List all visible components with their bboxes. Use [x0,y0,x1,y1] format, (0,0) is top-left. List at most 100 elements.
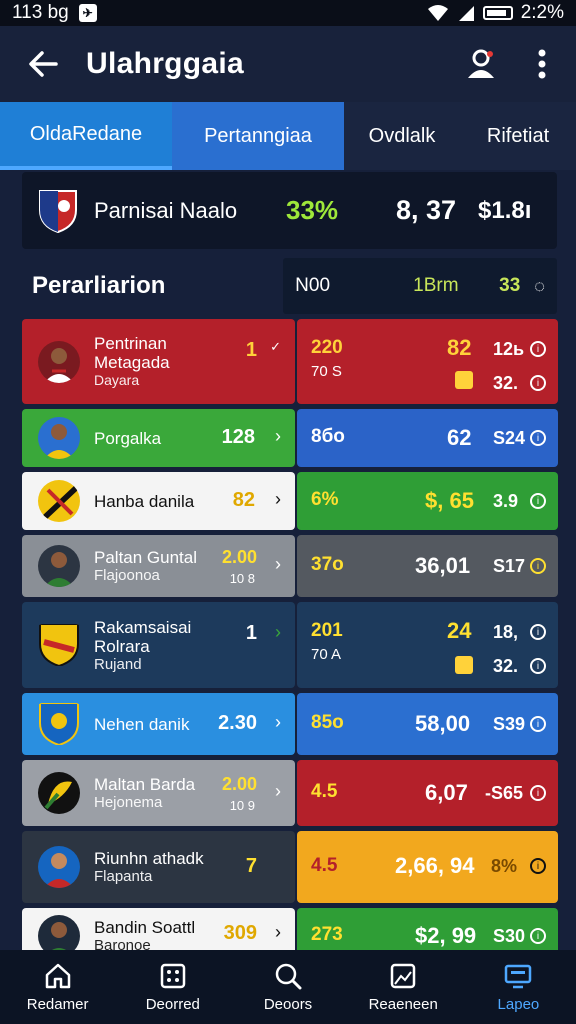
row-left-cell: Rakamsaisai Rolrara Rujand 1 › [22,602,295,688]
user-icon[interactable] [466,48,496,80]
player-name: Hanba danila [94,491,195,511]
tab-bar: OldaRedane Pertanngiaa Ovdlalk Rifetiat [0,102,576,170]
badge-icon [455,371,473,389]
column-header: N00 1Brm 33 ◌ [283,258,557,314]
stat-side: S17 [493,556,526,576]
image-icon [390,963,416,988]
player-number: 1 [245,622,257,644]
player-sub: 10 8 [229,571,255,586]
row-right-cell: 201 70 A 24 18, 32. i i [297,602,558,688]
tab-2[interactable]: Ovdlalk [344,102,460,170]
player-avatar [38,340,80,383]
info-icon[interactable]: i [530,785,546,801]
stat-side-2: 32. [493,373,519,393]
player-surname: Metagada [94,353,170,372]
player-name: Porgalka [94,428,162,448]
info-icon[interactable]: i [530,624,546,640]
list-item[interactable]: Rakamsaisai Rolrara Rujand 1 › 201 70 A … [22,602,558,688]
list-item[interactable]: Porgalka 128 › 8бо 62 S24 i [22,409,558,467]
info-icon[interactable]: i [530,658,546,674]
row-right-cell: 8бо 62 S24 i [297,409,558,467]
stat-primary: 4.5 [311,781,338,802]
info-icon[interactable]: i [530,493,546,509]
back-button[interactable] [0,50,86,78]
column-1-label: N00 [295,275,331,296]
stat-side: S30 [493,926,526,946]
player-name: Rakamsaisai [94,617,192,637]
list-item[interactable]: Maltan Barda Hejonema 2.00 10 9 › 4.5 6,… [22,760,558,826]
chevron-right-icon[interactable]: › [275,426,281,447]
info-icon[interactable]: i [530,341,546,357]
row-right-cell: 4.5 6,07 -S65 i [297,760,558,826]
stat-side: 8% [491,856,518,876]
list-item[interactable]: Hanba danila 82 › 6% $, 65 3.9 i [22,472,558,530]
stat-value: 58,00 [415,711,471,736]
nav-label: Reaeneen [368,995,438,1013]
player-number: 2.00 [221,774,257,794]
stat-primary: 6% [311,489,339,510]
stat-value: 36,01 [415,553,471,578]
list-item[interactable]: Nehen danik 2.30 › 85о 58,00 S39 i [22,693,558,755]
nav-label: Redamer [26,995,89,1013]
row-left-cell: Riunhn athadk Flapanta 7 [22,831,295,903]
player-number: 1 [245,339,257,361]
player-team: Hejonema [94,794,163,811]
nav-item-tv[interactable]: Lapeo [461,950,576,1024]
tab-3[interactable]: Rifetiat [460,102,576,170]
stat-primary: 201 [311,620,343,641]
player-team: Rujand [94,655,142,673]
info-icon[interactable]: i [530,858,546,874]
app-bar: Ulahrggaia [0,26,576,102]
stat-primary: 220 [311,337,343,358]
player-number: 2.30 [218,712,257,734]
chevron-right-icon[interactable]: › [275,922,281,943]
info-icon[interactable]: i [530,430,546,446]
row-left-cell: Porgalka 128 › [22,409,295,467]
chevron-right-icon[interactable]: › [275,489,281,510]
info-icon[interactable]: i [530,716,546,732]
nav-item-search[interactable]: Deoors [230,950,345,1024]
tab-0[interactable]: OldaRedane [0,102,172,170]
stat-primary: 4.5 [311,855,338,876]
nav-item-grid[interactable]: Deorred [115,950,230,1024]
status-time: 113 bg [12,2,69,23]
status-bar: 113 bg ✈ 2:2% [0,0,576,26]
player-sub: 10 9 [229,798,255,813]
summary-card[interactable]: Parnisai Naalo 33% 8, 37 $1.8ı [22,172,557,249]
stat-primary: 85о [311,712,344,733]
chevron-right-icon[interactable]: › [275,712,281,733]
summary-name: Parnisai Naalo [94,197,238,223]
more-vertical-icon[interactable] [538,49,546,79]
tab-1[interactable]: Pertanngiaa [172,102,344,170]
row-right-cell: 85о 58,00 S39 i [297,693,558,755]
section-title: Perarliarion [32,272,166,299]
stat-side: 12ь [493,339,525,359]
chevron-right-icon[interactable]: › [275,554,281,575]
player-number: 7 [245,855,257,877]
row-left-cell: Pentrinan Metagada Dayara 1 ✓ [22,319,295,404]
info-icon[interactable]: i [530,375,546,391]
stat-side: S24 [493,428,526,448]
player-surname: Rolrara [94,636,150,656]
player-name: Bandin Soattl [94,918,196,937]
player-avatar [38,703,80,745]
chevron-right-icon[interactable]: › [275,781,281,802]
sort-icon[interactable]: ◌ [534,276,545,297]
player-list: Pentrinan Metagada Dayara 1 ✓ 220 70 S 8… [22,319,558,969]
list-item[interactable]: Pentrinan Metagada Dayara 1 ✓ 220 70 S 8… [22,319,558,404]
nav-item-media[interactable]: Reaeneen [346,950,461,1024]
stat-value: 6,07 [425,780,468,805]
team-crest-icon [39,189,77,233]
info-icon[interactable]: i [530,928,546,944]
list-item[interactable]: Paltan Guntal Flajoonoa 2.00 10 8 › 37о … [22,535,558,597]
player-name: Pentrinan [94,334,167,353]
nav-item-home[interactable]: Redamer [0,950,115,1024]
info-icon[interactable]: i [530,558,546,574]
list-item[interactable]: Riunhn athadk Flapanta 7 4.5 2,66, 94 8%… [22,831,558,903]
home-icon [45,963,70,988]
stat-value: 82 [447,335,472,360]
chevron-right-icon[interactable]: ✓ [270,339,281,355]
chevron-right-icon[interactable]: › [275,622,281,643]
player-number: 309 [223,922,257,944]
stat-primary: 37о [311,554,344,575]
